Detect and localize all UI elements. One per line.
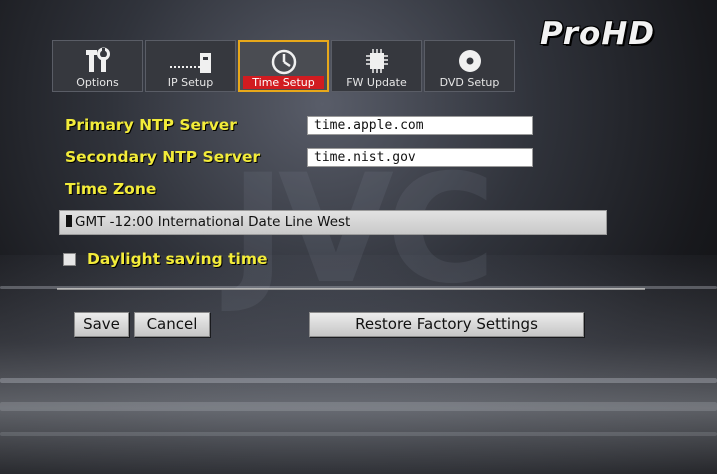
background-streak <box>0 378 717 383</box>
tab-label: Time Setup <box>243 76 324 89</box>
select-marker-icon <box>66 215 72 227</box>
tab-ip-setup[interactable]: IP Setup <box>145 40 236 92</box>
tab-label: IP Setup <box>167 76 214 89</box>
network-plug-icon <box>146 46 235 76</box>
time-zone-label: Time Zone <box>65 180 157 198</box>
cancel-button[interactable]: Cancel <box>134 312 210 337</box>
secondary-ntp-input[interactable] <box>307 148 533 167</box>
time-zone-value: GMT -12:00 International Date Line West <box>75 214 351 230</box>
time-zone-select[interactable]: GMT -12:00 International Date Line West <box>59 210 607 235</box>
disc-icon <box>425 46 514 76</box>
tab-label: FW Update <box>346 76 407 89</box>
tab-label: DVD Setup <box>439 76 500 89</box>
clock-icon <box>240 47 327 77</box>
save-button[interactable]: Save <box>74 312 129 337</box>
daylight-saving-label: Daylight saving time <box>87 250 268 268</box>
tab-dvd-setup[interactable]: DVD Setup <box>424 40 515 92</box>
secondary-ntp-label: Secondary NTP Server <box>65 148 261 166</box>
tab-fw-update[interactable]: FW Update <box>331 40 422 92</box>
brand-logo: ProHD <box>540 16 656 52</box>
daylight-saving-row[interactable]: Daylight saving time <box>63 249 268 269</box>
tab-options[interactable]: Options <box>52 40 143 92</box>
tab-time-setup[interactable]: Time Setup <box>238 40 329 92</box>
primary-ntp-label: Primary NTP Server <box>65 116 237 134</box>
chip-icon <box>332 46 421 76</box>
restore-factory-settings-button[interactable]: Restore Factory Settings <box>309 312 584 337</box>
background-streak <box>0 402 717 411</box>
tools-icon <box>53 46 142 76</box>
tab-label: Options <box>76 76 119 89</box>
primary-ntp-input[interactable] <box>307 116 533 135</box>
divider <box>57 288 645 290</box>
background-streak <box>0 432 717 436</box>
daylight-saving-checkbox[interactable] <box>63 252 76 266</box>
